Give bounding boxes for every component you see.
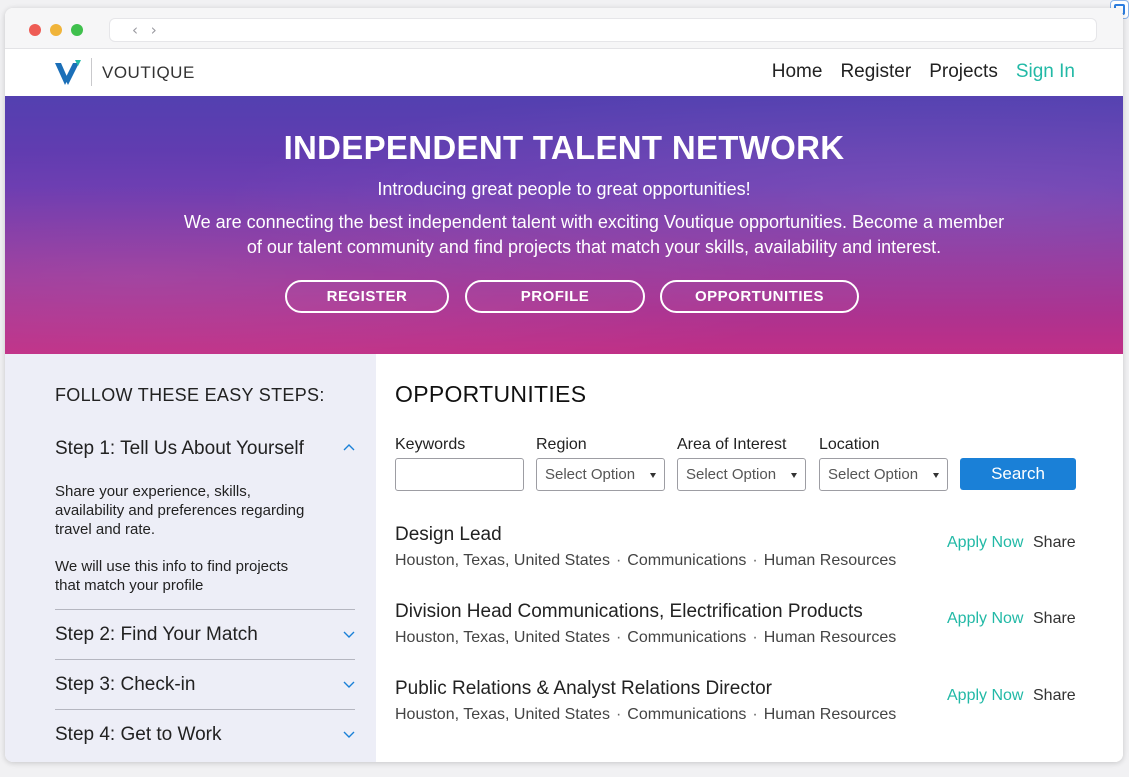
job-category: Communications — [627, 552, 747, 569]
nav-home-link[interactable]: Home — [772, 61, 823, 83]
meta-separator: · — [615, 629, 622, 646]
job-title[interactable]: Division Head Communications, Electrific… — [395, 601, 863, 623]
meta-separator: · — [615, 552, 622, 569]
region-label: Region — [536, 436, 587, 453]
job-title[interactable]: Public Relations & Analyst Relations Dir… — [395, 678, 772, 700]
dropdown-caret-icon — [791, 473, 797, 478]
brand-name[interactable]: VOUTIQUE — [102, 63, 195, 83]
step-3-header[interactable]: Step 3: Check-in — [55, 674, 355, 696]
step-2-header[interactable]: Step 2: Find Your Match — [55, 624, 355, 646]
step-divider — [55, 709, 355, 710]
region-selected-value: Select Option — [545, 466, 636, 483]
hero-subtitle: Introducing great people to great opport… — [377, 179, 751, 199]
browser-titlebar: ‹ › — [5, 8, 1123, 49]
keywords-input[interactable] — [395, 458, 524, 491]
close-window-button[interactable] — [29, 24, 41, 36]
hero-opportunities-button[interactable]: OPPORTUNITIES — [660, 280, 859, 313]
opportunities-title: OPPORTUNITIES — [395, 381, 587, 407]
hero-title: INDEPENDENT TALENT NETWORK — [283, 129, 845, 166]
hero-description: We are connecting the best independent t… — [183, 212, 1005, 257]
meta-separator: · — [752, 629, 758, 646]
address-bar[interactable]: ‹ › — [109, 18, 1097, 42]
apply-now-link[interactable]: Apply Now — [947, 534, 1023, 552]
main-nav: Home Register Projects Sign In — [772, 61, 1075, 83]
share-link[interactable]: Share — [1033, 687, 1076, 705]
step-divider — [55, 659, 355, 660]
nav-projects-link[interactable]: Projects — [929, 61, 998, 83]
nav-sign-in-link[interactable]: Sign In — [1016, 61, 1075, 83]
voutique-logo-icon[interactable] — [54, 60, 82, 86]
meta-separator: · — [615, 706, 622, 723]
maximize-window-button[interactable] — [71, 24, 83, 36]
chevron-down-icon — [343, 681, 355, 688]
dropdown-caret-icon — [933, 473, 939, 478]
minimize-window-button[interactable] — [50, 24, 62, 36]
job-location: Houston, Texas, United States — [395, 629, 610, 646]
apply-now-link[interactable]: Apply Now — [947, 610, 1023, 628]
chevron-down-icon — [343, 631, 355, 638]
step-label: Step 4: Get to Work — [55, 724, 222, 745]
step-label: Step 2: Find Your Match — [55, 624, 258, 645]
hero-register-button[interactable]: REGISTER — [285, 280, 449, 313]
step-1-description: Share your experience, skills, availabil… — [55, 483, 305, 538]
job-location: Houston, Texas, United States — [395, 552, 610, 569]
steps-sidebar: FOLLOW THESE EASY STEPS: Step 1: Tell Us… — [5, 354, 376, 762]
opportunities-section: OPPORTUNITIES Keywords Region Area of In… — [376, 354, 1123, 762]
area-of-interest-select[interactable]: Select Option — [677, 458, 806, 491]
search-button[interactable]: Search — [960, 458, 1076, 490]
steps-title: FOLLOW THESE EASY STEPS: — [55, 385, 325, 405]
job-title[interactable]: Design Lead — [395, 524, 502, 546]
job-meta: Houston, Texas, United States · Communicat… — [395, 706, 896, 724]
meta-separator: · — [752, 552, 758, 569]
chevron-up-icon — [343, 444, 355, 451]
job-location: Houston, Texas, United States — [395, 706, 610, 723]
area-of-interest-label: Area of Interest — [677, 436, 787, 453]
step-label: Step 3: Check-in — [55, 674, 196, 695]
location-label: Location — [819, 436, 880, 453]
job-department: Human Resources — [763, 706, 897, 723]
area-selected-value: Select Option — [686, 466, 777, 483]
logo-divider — [91, 58, 92, 86]
step-divider — [55, 609, 355, 610]
chevron-down-icon — [343, 731, 355, 738]
meta-separator: · — [752, 706, 758, 723]
job-department: Human Resources — [763, 629, 897, 646]
step-4-header[interactable]: Step 4: Get to Work — [55, 724, 355, 746]
browser-window: ‹ › VOUTIQUE Home Register Projects Sign… — [5, 8, 1123, 762]
step-1-header[interactable]: Step 1: Tell Us About Yourself — [55, 438, 355, 460]
hero-banner: INDEPENDENT TALENT NETWORK Introducing g… — [5, 96, 1123, 354]
job-category: Communications — [627, 706, 747, 723]
job-category: Communications — [627, 629, 747, 646]
dropdown-caret-icon — [650, 473, 656, 478]
hero-profile-button[interactable]: PROFILE — [465, 280, 645, 313]
share-link[interactable]: Share — [1033, 610, 1076, 628]
job-department: Human Resources — [763, 552, 897, 569]
step-1-note: We will use this info to find projects t… — [55, 558, 289, 594]
keywords-label: Keywords — [395, 436, 466, 453]
location-selected-value: Select Option — [828, 466, 919, 483]
share-link[interactable]: Share — [1033, 534, 1076, 552]
job-meta: Houston, Texas, United States · Communicat… — [395, 629, 896, 647]
back-forward-icon[interactable]: ‹ › — [132, 21, 161, 39]
site-header: VOUTIQUE Home Register Projects Sign In — [5, 49, 1123, 96]
region-select[interactable]: Select Option — [536, 458, 665, 491]
apply-now-link[interactable]: Apply Now — [947, 687, 1023, 705]
location-select[interactable]: Select Option — [819, 458, 948, 491]
step-label: Step 1: Tell Us About Yourself — [55, 438, 304, 459]
nav-register-link[interactable]: Register — [840, 61, 911, 83]
job-meta: Houston, Texas, United States · Communicat… — [395, 552, 896, 570]
